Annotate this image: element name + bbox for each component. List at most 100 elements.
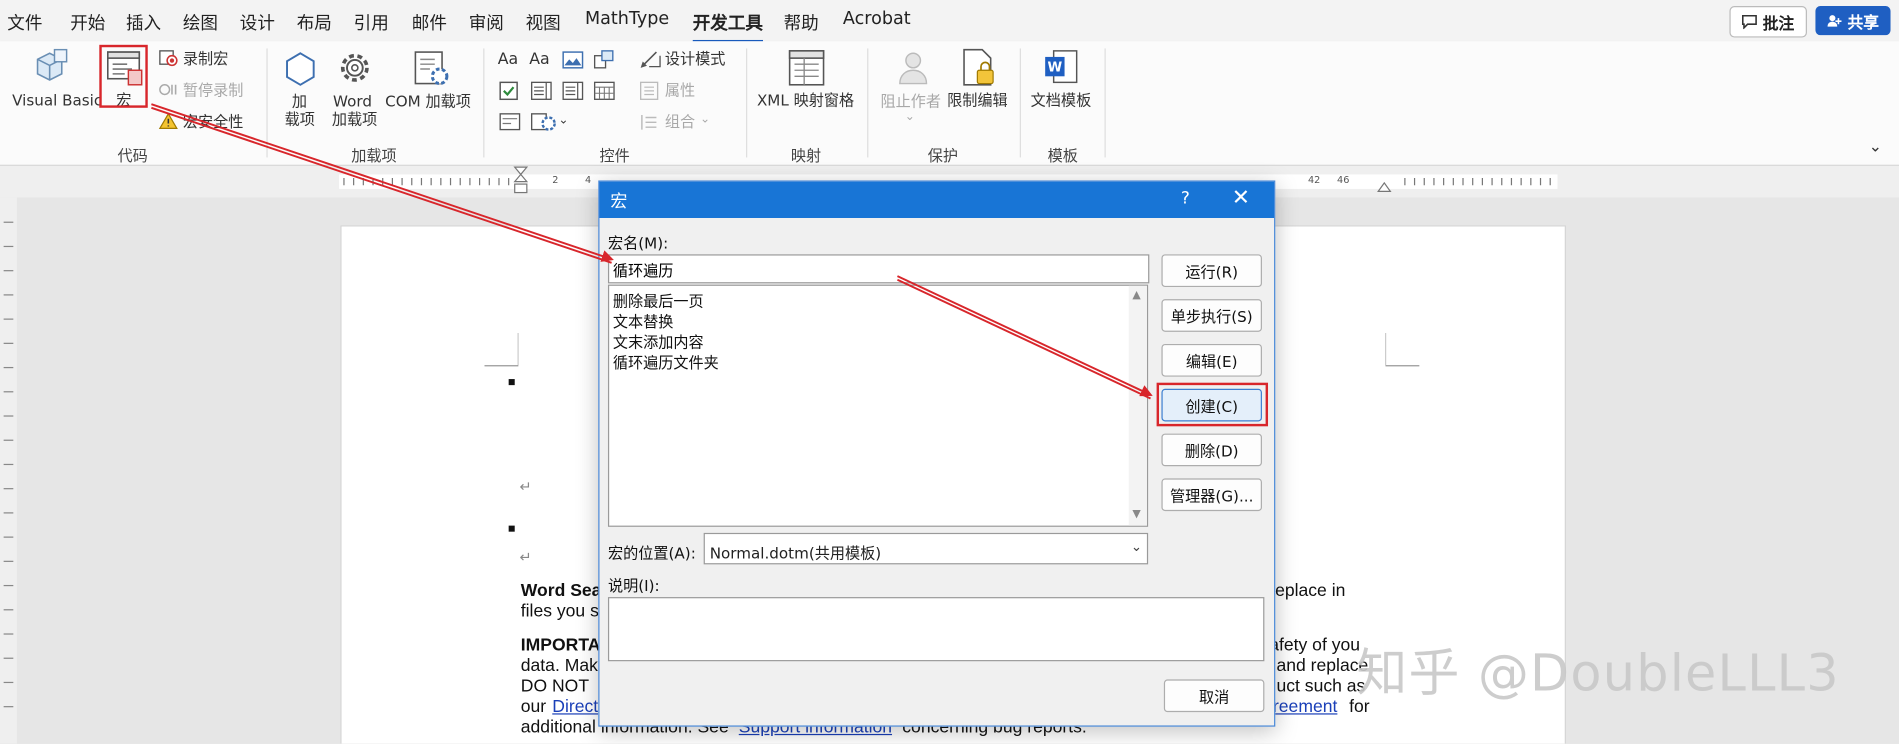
group-separator [746,48,748,158]
close-icon[interactable]: ✕ [1232,185,1250,210]
chevron-down-icon: ⌄ [700,112,711,126]
menu-home[interactable]: 开始 [70,10,105,35]
edit-button[interactable]: 编辑(E) [1161,343,1262,377]
menu-design[interactable]: 设计 [240,10,275,35]
record-macro-label: 录制宏 [182,49,229,68]
svg-text:W: W [1048,60,1063,75]
dropdown-list-icon[interactable] [562,81,584,100]
menu-file[interactable]: 文件 [7,10,42,35]
macro-location-label: 宏的位置(A): [607,543,696,562]
ruler-number: 42 [1307,174,1321,186]
group-label-mapping: 映射 [790,146,822,165]
chevron-down-icon[interactable]: ⌄ [558,111,568,129]
rich-text-control-icon[interactable]: Aa [498,51,518,69]
group-label-addins: 加载项 [351,146,397,165]
macro-security-label: 宏安全性 [182,112,244,131]
gear-icon [340,53,369,82]
addins-label-2: 载项 [284,110,315,129]
picture-control-icon[interactable] [562,51,584,69]
doc-link-direct[interactable]: Direct [552,698,598,719]
menu-insert[interactable]: 插入 [126,10,161,35]
list-item[interactable]: 文本替换 [613,309,674,332]
macro-location-select[interactable]: Normal.dotm(共用模板) ⌄ [703,532,1149,565]
group-label-templates: 模板 [1047,146,1078,165]
design-mode-icon [640,51,661,68]
scroll-up-icon[interactable]: ▲ [1132,289,1140,301]
share-button[interactable]: 共享 [1815,6,1891,36]
macro-name-input[interactable] [607,254,1150,284]
menu-draw[interactable]: 绘图 [183,10,218,35]
right-indent-marker-icon[interactable] [1376,179,1393,194]
bullet-mark [508,525,515,532]
checkbox-control-icon[interactable] [499,81,518,101]
menu-mailings[interactable]: 邮件 [412,10,447,35]
word-window: 文件 开始 插入 绘图 设计 布局 引用 邮件 审阅 视图 MathType 开… [0,0,1899,744]
combo-box-icon[interactable] [530,81,552,100]
menu-mathtype[interactable]: MathType [585,10,669,29]
description-field[interactable] [607,597,1265,662]
visual-basic-icon [36,48,68,81]
macro-location-value: Normal.dotm(共用模板) [709,543,882,562]
indent-marker-icon[interactable] [512,166,529,197]
menu-help[interactable]: 帮助 [784,10,819,35]
delete-button[interactable]: 删除(D) [1161,433,1262,467]
macro-highlight-box [99,44,148,108]
zhihu-watermark: 知乎 @DoubleLLL3 [1356,643,1840,703]
xml-mapping-icon [788,50,825,86]
organizer-button[interactable]: 管理器(G)... [1161,478,1262,512]
building-block-icon[interactable] [593,50,615,69]
repeating-section-icon[interactable] [499,113,521,131]
margin-corner-top-left [484,333,519,367]
list-item[interactable]: 文末添加内容 [613,329,704,352]
menu-view[interactable]: 视图 [526,10,561,35]
menu-references[interactable]: 引用 [354,10,389,35]
com-addins-label: COM 加载项 [385,92,471,111]
visual-basic-label: Visual Basic [12,90,103,109]
plain-text-control-icon[interactable]: Aa [529,51,549,69]
comment-button[interactable]: 批注 [1729,6,1807,38]
list-item[interactable]: 删除最后一页 [613,288,704,311]
step-into-button[interactable]: 单步执行(S) [1161,299,1262,332]
macro-list[interactable]: 删除最后一页 文本替换 文末添加内容 循环遍历文件夹 ▲ ▼ [607,284,1149,527]
macro-name-label: 宏名(M): [607,233,669,252]
collapse-ribbon-icon[interactable]: ⌄ [1869,138,1882,156]
word-template-icon: W [1045,50,1078,84]
doc-line-3-tail: afety of you [1269,635,1361,656]
list-scrollbar[interactable]: ▲ ▼ [1128,285,1147,526]
chevron-down-icon: ⌄ [1130,538,1143,555]
ruler-number: 4 [584,174,592,186]
doc-line-1-tail: replace in [1269,581,1346,601]
hexagon-icon [286,52,315,86]
doc-line-4-tail: and replace [1276,656,1369,676]
menu-review[interactable]: 审阅 [469,10,504,35]
list-item[interactable]: 循环遍历文件夹 [613,350,719,373]
chevron-down-icon: ⌄ [904,110,915,124]
dialog-title-bar[interactable]: 宏 ? ✕ [599,181,1275,218]
menu-acrobat[interactable]: Acrobat [843,10,911,29]
run-button[interactable]: 运行(R) [1161,254,1262,288]
share-icon [1828,15,1843,27]
ribbon-developer: Visual Basic 宏 录制宏 暂停录制 宏安全性 代码 加 载项 Wor… [0,41,1899,166]
group-label-controls: 控件 [599,146,630,165]
menu-developer[interactable]: 开发工具 [692,10,763,43]
restrict-editing-label: 限制编辑 [947,90,1008,109]
vertical-ruler[interactable] [0,197,17,744]
bullet-mark [508,379,515,386]
paragraph-mark-icon: ↵ [519,548,532,566]
legacy-tools-icon[interactable] [530,113,557,132]
doc-line-6: our [520,697,547,717]
dialog-title: 宏 [610,192,628,212]
create-highlight-box [1156,382,1269,427]
doc-line-3: IMPORTA [520,635,601,656]
doc-line-1: Word Sea [520,581,602,601]
help-button[interactable]: ? [1181,189,1190,208]
scroll-down-icon[interactable]: ▼ [1132,509,1140,521]
group-icon [641,115,657,130]
lock-document-icon [963,48,994,86]
comment-icon [1742,14,1758,30]
menu-layout[interactable]: 布局 [297,10,332,35]
group-separator [266,48,268,158]
cancel-button[interactable]: 取消 [1163,679,1265,713]
date-picker-icon[interactable] [593,81,615,100]
record-macro-icon [159,50,178,67]
